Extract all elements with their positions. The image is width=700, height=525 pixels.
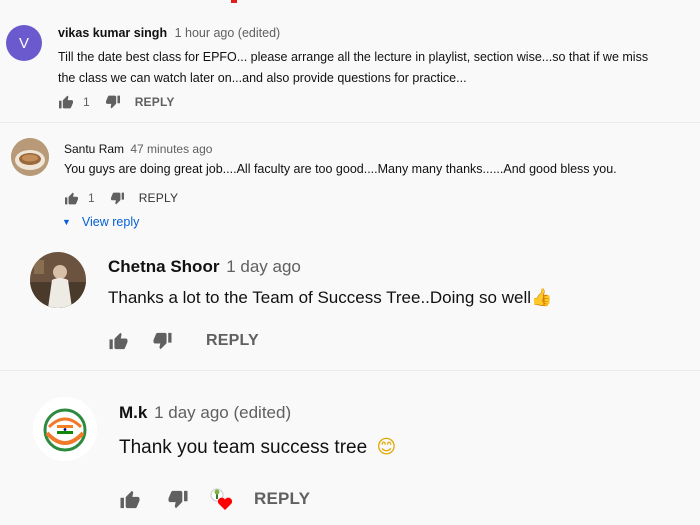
like-count: 1 (83, 95, 90, 109)
comment-time[interactable]: 1 day ago (edited) (154, 403, 291, 422)
reply-button[interactable]: REPLY (254, 489, 310, 509)
avatar[interactable] (11, 138, 49, 176)
like-count: 1 (88, 191, 95, 205)
view-reply-label: View reply (81, 215, 140, 229)
comment-text: You guys are doing great job....All facu… (64, 162, 617, 176)
thumbs-up-icon[interactable] (119, 490, 141, 509)
chevron-down-icon: ▼ (62, 217, 71, 227)
avatar[interactable] (33, 397, 97, 461)
comment-mk: M.k 1 day ago (edited) Thank you team su… (0, 372, 700, 525)
comment-vikas: V vikas kumar singh 1 hour ago (edited) … (0, 0, 700, 120)
comment-time[interactable]: 1 hour ago (edited) (175, 26, 281, 40)
comment-time[interactable]: 47 minutes ago (130, 142, 212, 156)
smile-emoji: 😊 (376, 436, 397, 458)
comment-author[interactable]: Santu Ram (64, 142, 124, 156)
thumbs-down-icon[interactable] (167, 490, 189, 509)
avatar[interactable] (30, 252, 86, 308)
thumbs-down-icon[interactable] (105, 95, 121, 109)
thumbs-down-icon[interactable] (110, 192, 125, 205)
avatar-letter: V (18, 34, 29, 52)
reply-button[interactable]: REPLY (135, 95, 175, 109)
comment-santu: Santu Ram 47 minutes ago You guys are do… (0, 123, 700, 243)
view-reply-toggle[interactable]: ▼ View reply (62, 215, 139, 229)
thumbs-up-icon[interactable] (58, 95, 74, 109)
reply-button[interactable]: REPLY (139, 191, 178, 205)
divider (0, 370, 700, 371)
comment-text: Till the date best class for EPFO... ple… (58, 50, 649, 85)
avatar[interactable]: V (6, 25, 42, 61)
thumbs-down-icon[interactable] (152, 332, 173, 350)
thumbs-up-icon[interactable] (108, 332, 129, 350)
comment-author[interactable]: Chetna Shoor (108, 257, 219, 276)
comment-chetna: Chetna Shoor 1 day ago Thanks a lot to t… (0, 240, 700, 365)
comment-text: Thanks a lot to the Team of Success Tree… (108, 288, 553, 308)
creator-heart-icon (208, 487, 234, 511)
thumbs-up-emoji: 👍 (531, 288, 553, 308)
comment-author[interactable]: vikas kumar singh (58, 26, 167, 40)
comment-text: Thank you team success tree 😊 (119, 436, 397, 458)
reply-button[interactable]: REPLY (206, 332, 259, 350)
comment-author[interactable]: M.k (119, 403, 147, 422)
thumbs-up-icon[interactable] (64, 192, 79, 205)
comment-time[interactable]: 1 day ago (226, 257, 301, 276)
